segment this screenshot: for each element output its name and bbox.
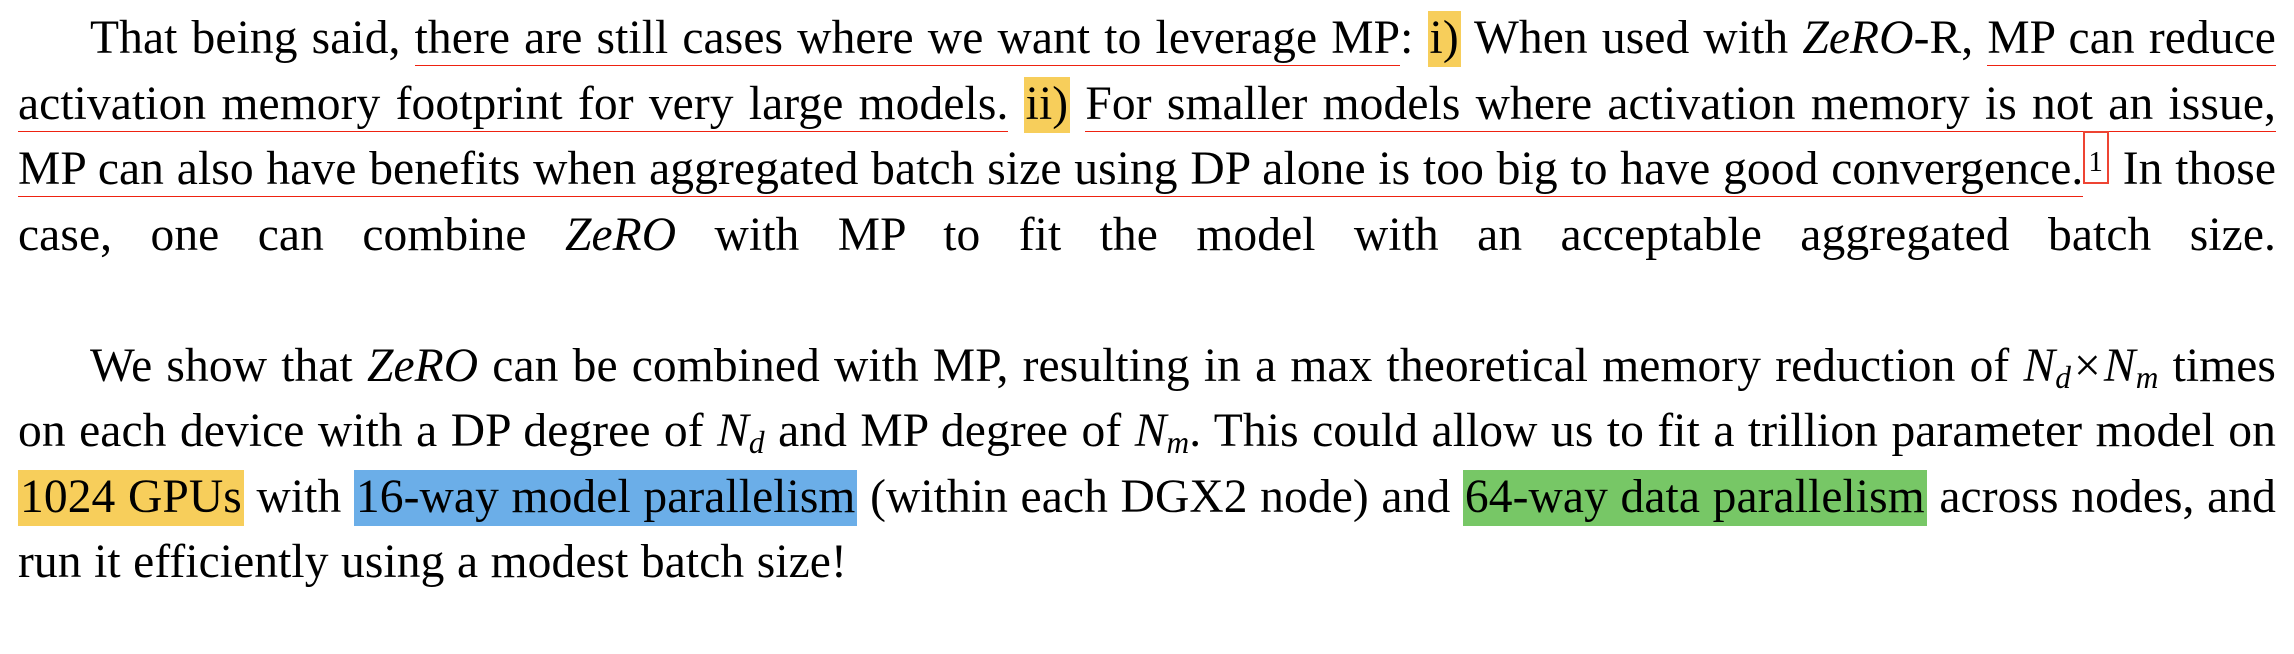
footnote-marker-box[interactable]: 1 — [2083, 131, 2110, 184]
math-symbol-nd-1: Nd — [2023, 339, 2072, 395]
text-run-with-mp-tail: with MP to fit the model with an accepta… — [676, 208, 2276, 261]
math-symbol-nd-2: Nd — [717, 405, 765, 460]
text-run-trillion-parameter: . This could allow us to fit a trillion … — [1189, 405, 2276, 457]
math-symbol-nm-2: Nm — [1134, 405, 1190, 460]
highlight-green-data-parallelism: 64-way data parallelism — [1462, 469, 1927, 526]
text-run-r-comma: -R, — [1913, 12, 1988, 64]
text-run-dgx2-node: (within each DGX2 node) and — [857, 470, 1463, 523]
math-times-operator: × — [2074, 339, 2101, 392]
highlight-amber-item-ii: ii) — [1023, 76, 1071, 133]
text-run-mp-degree-of: and MP degree of — [764, 405, 1135, 457]
highlight-blue-model-parallelism: 16-way model parallelism — [353, 469, 858, 526]
math-symbol-nm-1: Nm — [2103, 339, 2159, 395]
text-run-intro: That being said, — [90, 12, 415, 64]
text-run-combined-with-mp: can be combined with MP, resulting in a … — [478, 339, 2024, 392]
text-run-when-used-with: When used with — [1460, 12, 1803, 64]
text-run-with: with — [243, 470, 354, 523]
text-run-colon: : — [1400, 12, 1414, 64]
paragraph-mp-cases: That being said, there are still cases w… — [18, 6, 2276, 334]
footnote-number: 1 — [2088, 146, 2104, 178]
italic-zero-3: ZeRO — [366, 339, 479, 392]
text-run-we-show-that: We show that — [90, 339, 367, 392]
highlight-amber-1024-gpus: 1024 GPUs — [18, 469, 244, 526]
paragraph-zero-mp-combination: We show that ZeRO can be combined with M… — [18, 334, 2276, 596]
italic-zero-1: ZeRO — [1802, 12, 1914, 64]
italic-zero-2: ZeRO — [564, 208, 677, 261]
document-page: That being said, there are still cases w… — [0, 0, 2294, 654]
highlight-amber-item-i: i) — [1427, 11, 1461, 67]
red-underline-annotation-1: there are still cases where we want to l… — [414, 12, 1401, 66]
